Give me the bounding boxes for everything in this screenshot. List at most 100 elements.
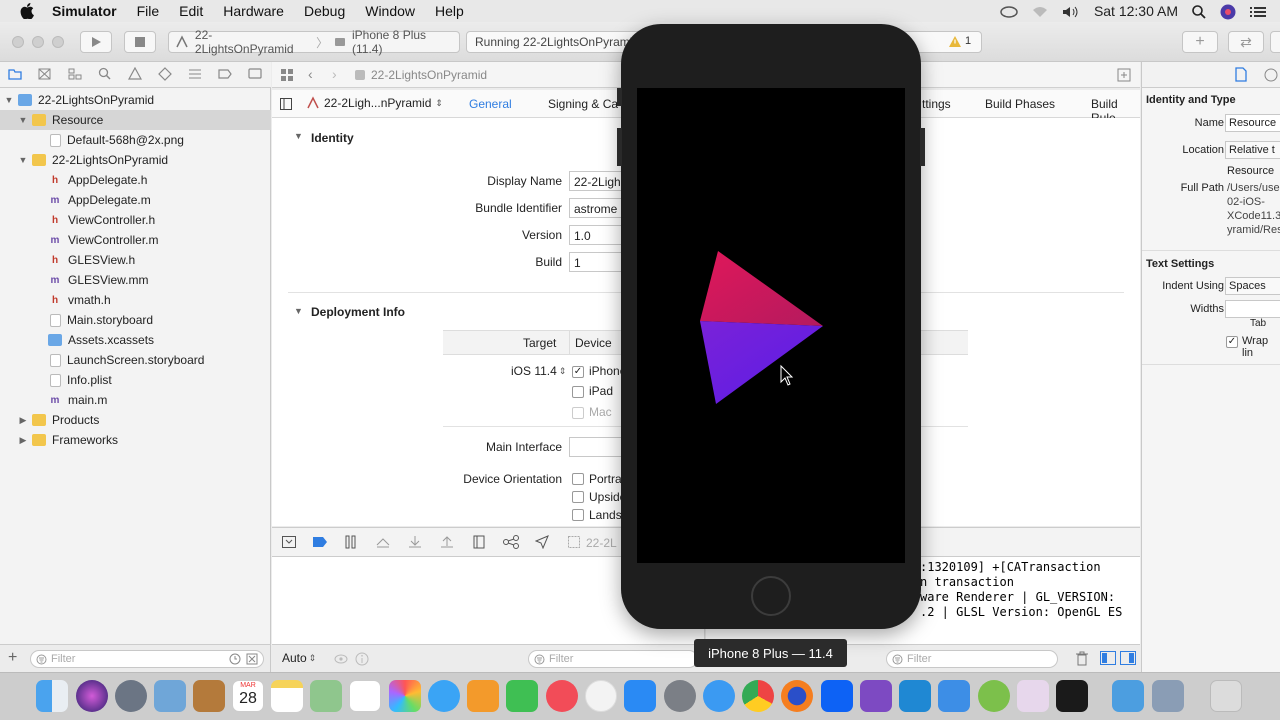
landscape-checkbox[interactable] bbox=[572, 509, 584, 521]
iphone-checkbox[interactable]: ✓ bbox=[572, 366, 584, 378]
location-dropdown[interactable]: Relative t bbox=[1225, 141, 1280, 159]
home-button[interactable] bbox=[751, 576, 791, 616]
nav-item-appdelegate-h[interactable]: h AppDelegate.h bbox=[0, 170, 271, 190]
add-editor-icon[interactable] bbox=[1117, 68, 1131, 82]
nav-item-main-m[interactable]: m main.m bbox=[0, 390, 271, 410]
news-icon[interactable] bbox=[546, 680, 578, 712]
wifi-icon[interactable] bbox=[1032, 3, 1048, 19]
dropbox-icon[interactable] bbox=[821, 680, 853, 712]
upside-down-checkbox[interactable] bbox=[572, 491, 584, 503]
display-name-field[interactable]: 22-2Ligh bbox=[569, 171, 629, 191]
console-filter-input[interactable]: Filter bbox=[886, 650, 1058, 668]
nav-item-viewcontroller-h[interactable]: h ViewController.h bbox=[0, 210, 271, 230]
jump-bar-path[interactable]: 22-2LightsOnPyramid bbox=[371, 68, 487, 82]
panels-button[interactable] bbox=[1270, 31, 1280, 53]
show-variables-icon[interactable] bbox=[1100, 651, 1116, 665]
notebook-icon[interactable] bbox=[193, 680, 225, 712]
nav-item-main-storyboard[interactable]: Main.storyboard bbox=[0, 310, 271, 330]
disclosure-open-icon[interactable]: ▼ bbox=[18, 115, 28, 125]
disclosure-open-icon[interactable]: ▼ bbox=[294, 306, 303, 316]
build-field[interactable]: 1 bbox=[569, 252, 629, 272]
tab-build-settings[interactable]: ttings bbox=[922, 97, 951, 111]
inkscape-icon[interactable] bbox=[1017, 680, 1049, 712]
numbers-icon[interactable] bbox=[506, 680, 538, 712]
bundle-identifier-field[interactable]: astrome bbox=[569, 198, 629, 218]
tab-general[interactable]: General bbox=[469, 97, 512, 111]
code-review-button[interactable]: ⇄ bbox=[1228, 31, 1264, 53]
disclosure-open-icon[interactable]: ▼ bbox=[294, 131, 303, 141]
menu-debug[interactable]: Debug bbox=[304, 3, 345, 19]
variables-scope-selector[interactable]: Auto ⇕ bbox=[282, 651, 316, 665]
window-minimize-button[interactable] bbox=[32, 36, 44, 48]
notes-icon[interactable] bbox=[271, 680, 303, 712]
add-file-plus-icon[interactable]: + bbox=[8, 649, 17, 667]
menu-file[interactable]: File bbox=[137, 3, 160, 19]
launchpad-icon[interactable] bbox=[115, 680, 147, 712]
nav-item-assets[interactable]: Assets.xcassets bbox=[0, 330, 271, 350]
user-avatar-icon[interactable] bbox=[1220, 2, 1236, 20]
tab-width-field[interactable] bbox=[1225, 300, 1280, 318]
forward-arrow-icon[interactable]: › bbox=[332, 66, 337, 82]
window-zoom-button[interactable] bbox=[52, 36, 64, 48]
siri-icon[interactable] bbox=[76, 680, 108, 712]
appstore-icon[interactable] bbox=[624, 680, 656, 712]
files-icon[interactable] bbox=[1112, 680, 1144, 712]
photos-icon[interactable] bbox=[389, 680, 421, 712]
portrait-checkbox[interactable] bbox=[572, 473, 584, 485]
clock-text[interactable]: Sat 12:30 AM bbox=[1094, 3, 1178, 19]
creative-cloud-icon[interactable] bbox=[1000, 3, 1018, 19]
quick-help-icon[interactable] bbox=[1264, 68, 1278, 82]
breakpoints-toggle-icon[interactable] bbox=[312, 536, 328, 548]
messages-icon[interactable] bbox=[428, 680, 460, 712]
spotlight-search-icon[interactable] bbox=[1192, 3, 1206, 19]
view-debugger-icon[interactable] bbox=[472, 535, 486, 549]
hide-debug-area-icon[interactable] bbox=[282, 536, 296, 548]
preview-icon[interactable] bbox=[154, 680, 186, 712]
trash-icon[interactable] bbox=[1210, 680, 1242, 712]
symbol-navigator-icon[interactable] bbox=[68, 68, 82, 80]
firefox-icon[interactable] bbox=[781, 680, 813, 712]
step-into-icon[interactable] bbox=[408, 535, 422, 549]
menu-window[interactable]: Window bbox=[365, 3, 415, 19]
migration-icon[interactable] bbox=[1152, 680, 1184, 712]
nav-item-group[interactable]: ▼ 22-2LightsOnPyramid bbox=[0, 150, 271, 170]
version-field[interactable]: 1.0 bbox=[569, 225, 629, 245]
debug-breadcrumb[interactable]: 22-2L bbox=[586, 536, 617, 550]
memory-graph-icon[interactable] bbox=[503, 535, 519, 549]
disclosure-closed-icon[interactable]: ▶ bbox=[18, 415, 28, 426]
window-close-button[interactable] bbox=[12, 36, 24, 48]
finder-icon[interactable] bbox=[36, 680, 68, 712]
sysprefs-icon[interactable] bbox=[664, 680, 696, 712]
safari-icon[interactable] bbox=[703, 680, 735, 712]
library-button[interactable]: + bbox=[1182, 31, 1218, 53]
name-field[interactable]: Resource bbox=[1225, 114, 1280, 132]
test-navigator-icon[interactable] bbox=[158, 67, 172, 81]
vscode-icon[interactable] bbox=[899, 680, 931, 712]
volume-icon[interactable] bbox=[1062, 3, 1080, 19]
nav-item-vmath-h[interactable]: h vmath.h bbox=[0, 290, 271, 310]
variables-filter-input[interactable]: Filter bbox=[528, 650, 698, 668]
nav-item-products[interactable]: ▶ Products bbox=[0, 410, 271, 430]
ios-version-selector[interactable]: iOS 11.4 ⇕ bbox=[511, 364, 566, 378]
report-navigator-icon[interactable] bbox=[248, 68, 262, 80]
android-studio-icon[interactable] bbox=[978, 680, 1010, 712]
eye-icon[interactable] bbox=[334, 653, 348, 665]
issue-navigator-icon[interactable] bbox=[128, 67, 142, 81]
menu-help[interactable]: Help bbox=[435, 3, 464, 19]
reminders-icon[interactable] bbox=[349, 680, 381, 712]
pages-icon[interactable] bbox=[467, 680, 499, 712]
target-selector[interactable]: 22-2Ligh...nPyramid ⇕ bbox=[306, 96, 443, 110]
pause-icon[interactable] bbox=[344, 535, 358, 549]
disclosure-open-icon[interactable]: ▼ bbox=[4, 95, 14, 105]
project-navigator-icon[interactable] bbox=[8, 68, 22, 80]
disclosure-open-icon[interactable]: ▼ bbox=[18, 155, 28, 165]
nav-item-frameworks[interactable]: ▶ Frameworks bbox=[0, 430, 271, 450]
simulator-screen[interactable] bbox=[637, 88, 905, 563]
nav-item-default-png[interactable]: Default-568h@2x.png bbox=[0, 130, 271, 150]
visualstudio-icon[interactable] bbox=[860, 680, 892, 712]
recent-files-icon[interactable] bbox=[229, 653, 241, 665]
menu-hardware[interactable]: Hardware bbox=[223, 3, 284, 19]
source-control-icon[interactable] bbox=[38, 68, 52, 80]
nav-item-resource[interactable]: ▼ Resource bbox=[0, 110, 271, 130]
debug-navigator-icon[interactable] bbox=[188, 68, 202, 80]
